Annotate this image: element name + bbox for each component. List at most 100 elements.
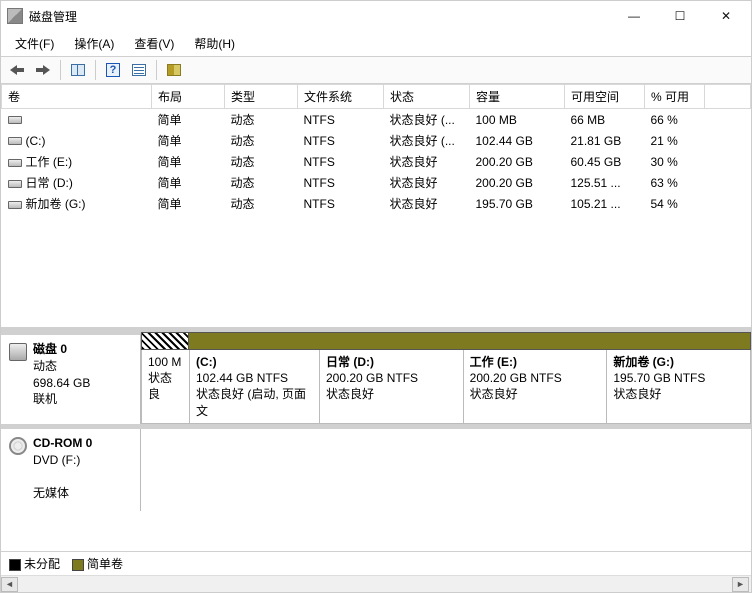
partition-cell[interactable]: 日常 (D:) 200.20 GB NTFS 状态良好: [320, 350, 464, 423]
partition-status: 状态良好: [326, 386, 457, 402]
cell-free: 125.51 ...: [565, 172, 645, 193]
scroll-left-button[interactable]: ◄: [1, 577, 18, 592]
col-capacity[interactable]: 容量: [470, 85, 565, 109]
partition-cell[interactable]: 工作 (E:) 200.20 GB NTFS 状态良好: [464, 350, 608, 423]
close-button[interactable]: ✕: [703, 1, 749, 31]
disk-type: 动态: [33, 358, 90, 375]
cell-status: 状态良好 (...: [384, 109, 470, 131]
menu-help[interactable]: 帮助(H): [186, 33, 243, 54]
cell-fs: NTFS: [298, 130, 384, 151]
view-list-button[interactable]: [127, 59, 151, 81]
legend-simple-label: 简单卷: [87, 557, 123, 571]
partitions: 100 M 状态良 (C:) 102.44 GB NTFS 状态良好 (启动, …: [141, 332, 751, 424]
cell-free: 60.45 GB: [565, 151, 645, 172]
cdrom-label: CD-ROM 0: [33, 435, 92, 452]
disk-icon: [9, 343, 27, 361]
cell-free: 21.81 GB: [565, 130, 645, 151]
horizontal-scrollbar[interactable]: ◄ ►: [1, 575, 751, 592]
scroll-right-button[interactable]: ►: [732, 577, 749, 592]
disk-map-pane[interactable]: 磁盘 0 动态 698.64 GB 联机 100 M 状态良 (C:) 102.…: [1, 331, 751, 551]
table-row[interactable]: 日常 (D:)简单动态NTFS状态良好200.20 GB125.51 ...63…: [2, 172, 751, 193]
volume-table: 卷 布局 类型 文件系统 状态 容量 可用空间 % 可用 简单动态NTFS状态良…: [1, 84, 751, 214]
legend-simple: 简单卷: [72, 555, 123, 572]
partition-name: 工作 (E:): [470, 354, 601, 370]
back-button[interactable]: [5, 59, 29, 81]
legend-unallocated-label: 未分配: [24, 557, 60, 571]
split-pane-button[interactable]: [66, 59, 90, 81]
col-fs[interactable]: 文件系统: [298, 85, 384, 109]
window-controls: — ☐ ✕: [611, 1, 749, 31]
cell-type: 动态: [225, 109, 298, 131]
cell-layout: 简单: [152, 109, 225, 131]
toolbar-separator: [95, 60, 96, 80]
table-row[interactable]: 简单动态NTFS状态良好 (...100 MB66 MB66 %: [2, 109, 751, 131]
cell-type: 动态: [225, 151, 298, 172]
menu-view[interactable]: 查看(V): [126, 33, 182, 54]
cell-layout: 简单: [152, 193, 225, 214]
disk-label: 磁盘 0: [33, 341, 90, 358]
cell-status: 状态良好: [384, 193, 470, 214]
cdrom-texts: CD-ROM 0 DVD (F:) 无媒体: [33, 435, 92, 502]
partition-status: 状态良好: [613, 386, 744, 402]
partition-cell[interactable]: 新加卷 (G:) 195.70 GB NTFS 状态良好: [607, 350, 750, 423]
cell-pct: 21 %: [645, 130, 705, 151]
app-icon: [7, 8, 23, 24]
partition-info: 200.20 GB NTFS: [470, 370, 601, 386]
toolbar-separator: [156, 60, 157, 80]
cdrom-state: 无媒体: [33, 485, 92, 502]
volume-icon: [8, 116, 22, 124]
col-type[interactable]: 类型: [225, 85, 298, 109]
cell-type: 动态: [225, 193, 298, 214]
partition-cell[interactable]: 100 M 状态良: [142, 350, 190, 423]
cell-volume: 日常 (D:): [2, 172, 152, 193]
partition-status: 状态良好: [470, 386, 601, 402]
toolbar: ?: [1, 56, 751, 84]
cdrom-icon: [9, 437, 27, 455]
unallocated-strip: [141, 332, 189, 350]
highlight-button[interactable]: [162, 59, 186, 81]
cell-capacity: 100 MB: [470, 109, 565, 131]
partition-name: (C:): [196, 354, 313, 370]
simple-volume-strip: [189, 332, 751, 350]
menu-action[interactable]: 操作(A): [66, 33, 122, 54]
help-icon: ?: [106, 63, 120, 77]
disk-row-0[interactable]: 磁盘 0 动态 698.64 GB 联机 100 M 状态良 (C:) 102.…: [1, 331, 751, 425]
table-row[interactable]: (C:)简单动态NTFS状态良好 (...102.44 GB21.81 GB21…: [2, 130, 751, 151]
col-free[interactable]: 可用空间: [565, 85, 645, 109]
menu-file[interactable]: 文件(F): [7, 33, 62, 54]
swatch-simple: [72, 559, 84, 571]
legend-unallocated: 未分配: [9, 555, 60, 572]
partition-cell[interactable]: (C:) 102.44 GB NTFS 状态良好 (启动, 页面文: [190, 350, 320, 423]
volume-list-pane[interactable]: 卷 布局 类型 文件系统 状态 容量 可用空间 % 可用 简单动态NTFS状态良…: [1, 84, 751, 331]
col-status[interactable]: 状态: [384, 85, 470, 109]
split-pane-icon: [71, 64, 85, 76]
partition-status: 状态良: [148, 370, 183, 402]
cell-fs: NTFS: [298, 193, 384, 214]
cell-volume: [2, 109, 152, 131]
cell-status: 状态良好: [384, 172, 470, 193]
maximize-button[interactable]: ☐: [657, 1, 703, 31]
table-row[interactable]: 新加卷 (G:)简单动态NTFS状态良好195.70 GB105.21 ...5…: [2, 193, 751, 214]
disk-state: 联机: [33, 391, 90, 408]
arrow-left-icon: [10, 65, 24, 75]
partition-cells: 100 M 状态良 (C:) 102.44 GB NTFS 状态良好 (启动, …: [141, 350, 751, 424]
title-bar: 磁盘管理 — ☐ ✕: [1, 1, 751, 31]
col-volume[interactable]: 卷: [2, 85, 152, 109]
legend-bar: 未分配 简单卷: [1, 551, 751, 575]
col-layout[interactable]: 布局: [152, 85, 225, 109]
table-row[interactable]: 工作 (E:)简单动态NTFS状态良好200.20 GB60.45 GB30 %: [2, 151, 751, 172]
partition-color-bar: [141, 332, 751, 350]
col-pct[interactable]: % 可用: [645, 85, 705, 109]
arrow-right-icon: [36, 65, 50, 75]
volume-icon: [8, 159, 22, 167]
partition-status: 状态良好 (启动, 页面文: [196, 386, 313, 418]
cdrom-row[interactable]: CD-ROM 0 DVD (F:) 无媒体: [1, 425, 751, 511]
forward-button[interactable]: [31, 59, 55, 81]
minimize-button[interactable]: —: [611, 1, 657, 31]
help-button[interactable]: ?: [101, 59, 125, 81]
cell-status: 状态良好 (...: [384, 130, 470, 151]
cell-volume: 工作 (E:): [2, 151, 152, 172]
volume-icon: [8, 137, 22, 145]
disk-texts: 磁盘 0 动态 698.64 GB 联机: [33, 341, 90, 408]
window-title: 磁盘管理: [29, 8, 611, 25]
